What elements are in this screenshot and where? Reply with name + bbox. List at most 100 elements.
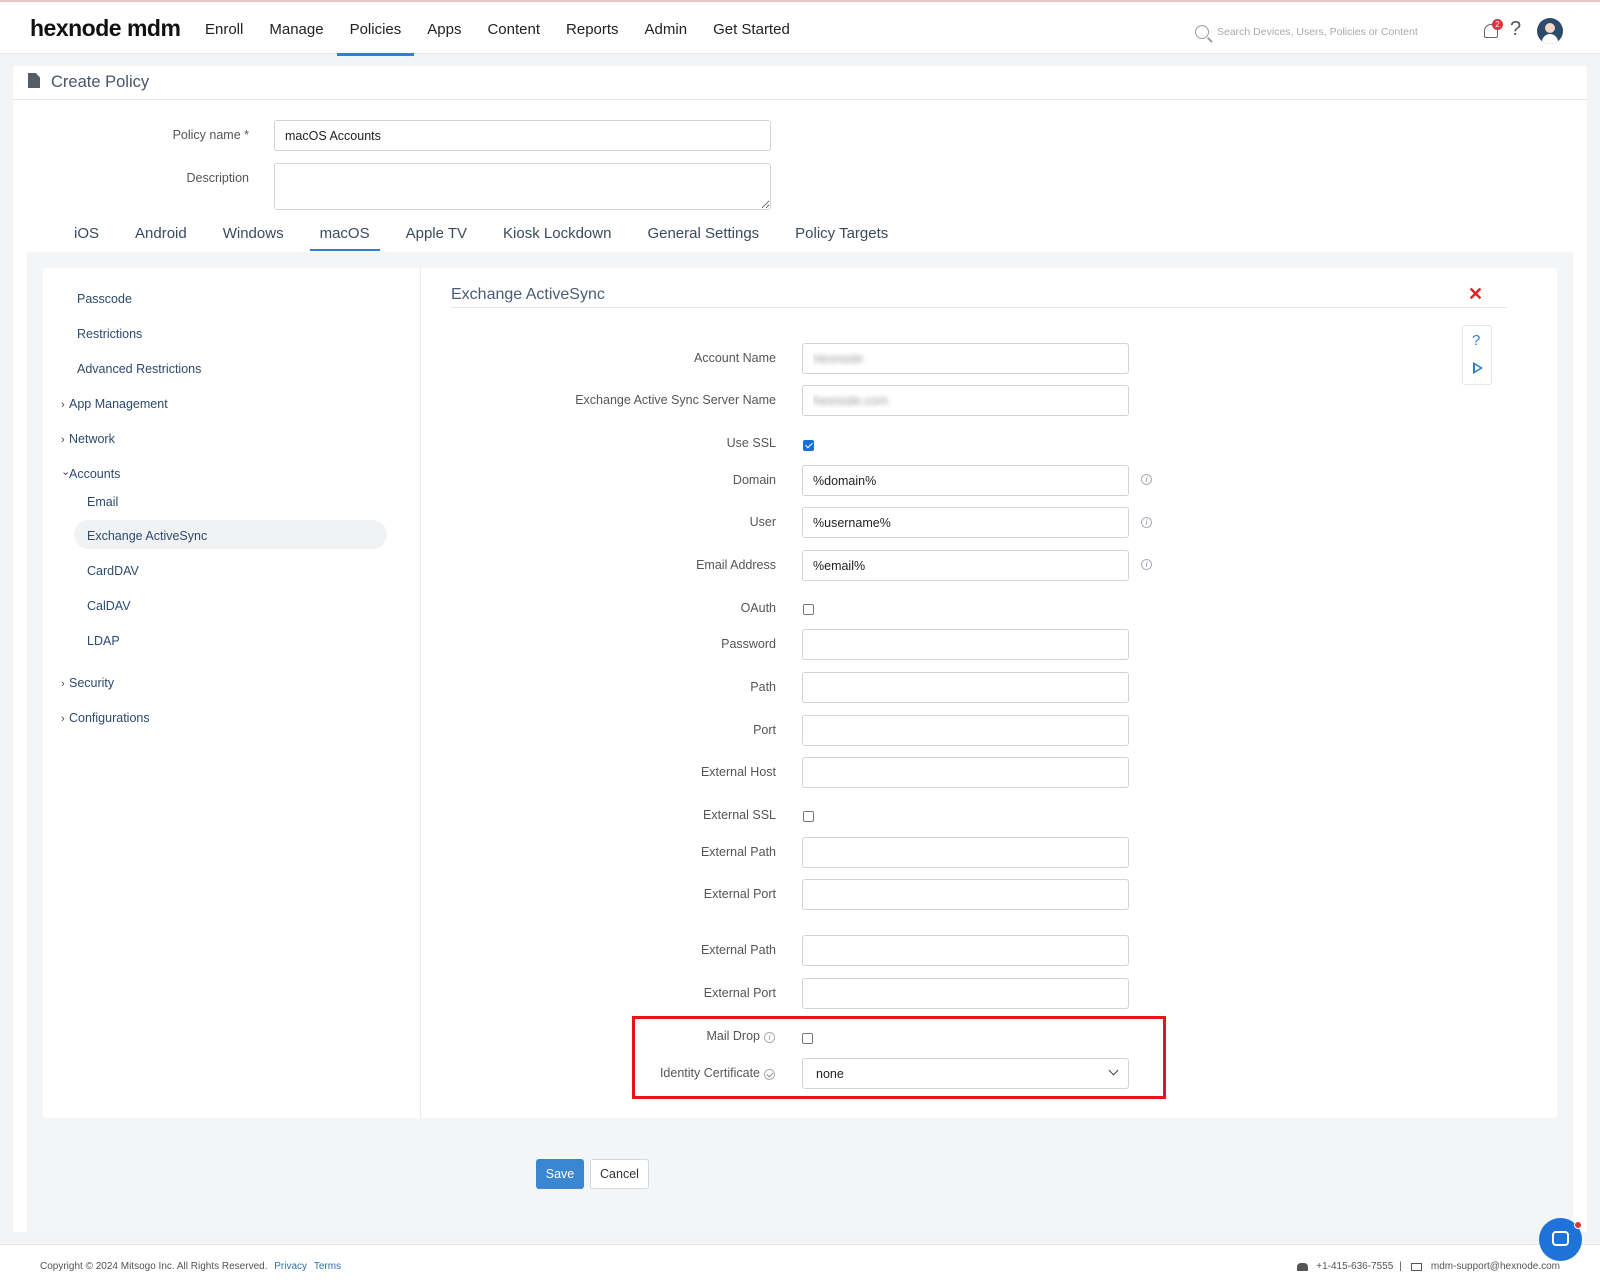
copyright-text: Copyright © 2024 Mitsogo Inc. All Rights… [40, 1261, 268, 1272]
external-port-input[interactable] [802, 978, 1129, 1009]
footer: Copyright © 2024 Mitsogo Inc. All Rights… [0, 1244, 1600, 1288]
policy-name-input[interactable] [274, 120, 771, 151]
tab-ios[interactable]: iOS [62, 223, 111, 251]
domain-label: Domain [732, 473, 776, 487]
sidebar-item-exchange-activesync[interactable]: Exchange ActiveSync [87, 529, 207, 543]
policy-sidebar [43, 268, 421, 1118]
external-ssl-checkbox[interactable] [803, 811, 814, 822]
page-header: Create Policy [13, 66, 1587, 100]
password-input[interactable] [802, 629, 1129, 660]
close-icon[interactable]: ✕ [1468, 284, 1483, 305]
external-port-label: External Port [703, 986, 776, 1000]
support-phone[interactable]: +1-415-636-7555 [1316, 1261, 1393, 1272]
sidebar-item-label: App Management [69, 397, 168, 411]
nav-enroll[interactable]: Enroll [192, 2, 256, 56]
tab-windows[interactable]: Windows [211, 223, 296, 251]
nav-policies[interactable]: Policies [336, 2, 415, 56]
chevron-right-icon: › [61, 678, 65, 690]
oauth-checkbox[interactable] [803, 604, 814, 615]
tab-general-settings[interactable]: General Settings [635, 223, 771, 251]
nav-manage[interactable]: Manage [256, 2, 336, 56]
use-ssl-checkbox[interactable] [803, 440, 814, 451]
help-icon[interactable]: ? [1510, 18, 1521, 41]
port-input[interactable] [802, 715, 1129, 746]
external-host-input[interactable] [802, 757, 1129, 788]
search-icon[interactable] [1195, 25, 1209, 39]
external-port-label: External Port [703, 887, 776, 901]
external-path-label: External Path [700, 845, 776, 859]
sidebar-item-passcode[interactable]: Passcode [69, 292, 132, 306]
info-icon[interactable]: i [1141, 559, 1152, 570]
sidebar-item-label: Advanced Restrictions [77, 362, 202, 376]
external-port-input[interactable] [802, 879, 1129, 910]
description-textarea[interactable] [274, 163, 771, 210]
sidebar-item-caldav[interactable]: CalDAV [87, 599, 131, 613]
terms-link[interactable]: Terms [314, 1261, 341, 1272]
use-ssl-label: Use SSL [726, 436, 776, 450]
nav-apps[interactable]: Apps [414, 2, 474, 56]
user-label: User [749, 515, 776, 529]
support-contact: +1-415-636-7555 | mdm-support@hexnode.co… [1297, 1261, 1560, 1272]
external-path-label: External Path [700, 943, 776, 957]
tab-kiosk-lockdown[interactable]: Kiosk Lockdown [491, 223, 623, 251]
app-logo[interactable]: hexnode mdm [30, 15, 181, 42]
contact-separator: | [1399, 1261, 1402, 1272]
domain-input[interactable] [802, 465, 1129, 496]
sidebar-item-advanced-restrictions[interactable]: Advanced Restrictions [69, 362, 201, 376]
chat-widget-button[interactable] [1539, 1218, 1582, 1261]
privacy-link[interactable]: Privacy [274, 1261, 307, 1272]
nav-reports[interactable]: Reports [553, 2, 632, 56]
tab-policy-targets[interactable]: Policy Targets [783, 223, 900, 251]
tab-android[interactable]: Android [123, 223, 199, 251]
sidebar-item-security[interactable]: › Security [61, 676, 114, 690]
support-email[interactable]: mdm-support@hexnode.com [1431, 1261, 1560, 1272]
external-path-input[interactable] [802, 935, 1129, 966]
path-input[interactable] [802, 672, 1129, 703]
play-video-icon[interactable] [1473, 362, 1483, 374]
phone-icon [1297, 1262, 1309, 1271]
save-button[interactable]: Save [536, 1159, 584, 1189]
sidebar-item-label: Network [69, 432, 115, 446]
external-host-label: External Host [700, 765, 776, 779]
sidebar-item-carddav[interactable]: CardDAV [87, 564, 139, 578]
nav-get-started[interactable]: Get Started [700, 2, 803, 56]
sidebar-item-ldap[interactable]: LDAP [87, 634, 120, 648]
info-icon[interactable]: i [1141, 517, 1152, 528]
port-label: Port [753, 723, 776, 737]
top-navigation-bar: hexnode mdm Enroll Manage Policies Apps … [0, 0, 1600, 56]
user-input[interactable] [802, 507, 1129, 538]
help-icon[interactable]: ? [1472, 332, 1480, 349]
sidebar-item-label: Restrictions [77, 327, 143, 341]
sidebar-item-label: Passcode [77, 292, 132, 306]
nav-admin[interactable]: Admin [632, 2, 701, 56]
main-nav: Enroll Manage Policies Apps Content Repo… [192, 2, 803, 56]
copyright: Copyright © 2024 Mitsogo Inc. All Rights… [40, 1261, 341, 1272]
sidebar-item-email[interactable]: Email [87, 495, 118, 509]
info-icon[interactable]: i [1141, 474, 1152, 485]
email-address-label: Email Address [696, 558, 776, 572]
sidebar-item-app-management[interactable]: › App Management [61, 397, 168, 411]
main-panel: Create Policy Policy name * Description … [13, 66, 1587, 1232]
notification-button[interactable]: 2 [1482, 19, 1503, 40]
nav-content[interactable]: Content [474, 2, 553, 56]
global-search [1195, 22, 1425, 42]
sidebar-item-network[interactable]: › Network [61, 432, 115, 446]
highlight-box [632, 1016, 1166, 1099]
email-address-input[interactable] [802, 550, 1129, 581]
search-input[interactable] [1217, 26, 1425, 38]
section-divider [451, 307, 1507, 308]
account-name-label: Account Name [694, 351, 776, 365]
cancel-button[interactable]: Cancel [590, 1159, 649, 1189]
tab-apple-tv[interactable]: Apple TV [394, 223, 479, 251]
external-ssl-label: External SSL [703, 808, 776, 822]
sidebar-item-accounts[interactable]: ⌄Accounts [61, 466, 120, 481]
sidebar-item-restrictions[interactable]: Restrictions [69, 327, 142, 341]
sidebar-item-configurations[interactable]: › Configurations [61, 711, 150, 725]
tab-macos[interactable]: macOS [308, 223, 382, 251]
server-name-input[interactable] [802, 385, 1129, 416]
user-avatar[interactable] [1537, 18, 1563, 44]
notification-badge: 2 [1492, 19, 1503, 30]
sidebar-item-label: Configurations [69, 711, 150, 725]
external-path-input[interactable] [802, 837, 1129, 868]
account-name-input[interactable] [802, 343, 1129, 374]
